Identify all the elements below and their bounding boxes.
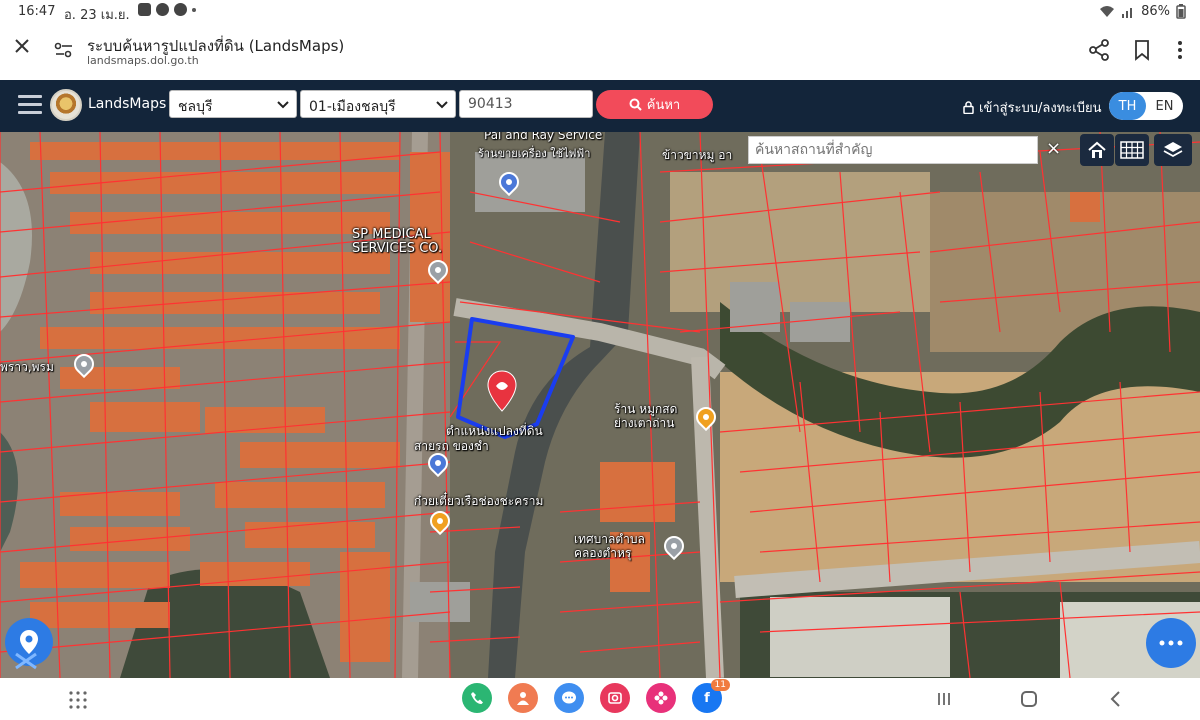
label-municipality: เทศบาลตำบล คลองตำหรุ	[574, 532, 645, 560]
label-sai-rot: สายรถ ของชำ	[414, 439, 489, 453]
bookmark-icon[interactable]	[1132, 38, 1152, 62]
share-icon[interactable]	[1088, 38, 1110, 62]
map-imagery	[0, 132, 1200, 678]
close-icon[interactable]	[10, 34, 34, 58]
chat-bubble-icon	[562, 691, 576, 704]
more-tools-fab[interactable]	[1146, 618, 1196, 668]
facebook-app-icon[interactable]: f 11	[692, 679, 730, 713]
province-value: ชลบุรี	[178, 99, 213, 115]
more-options-icon[interactable]	[1172, 38, 1188, 62]
label-kuaytiaw: ก๋วยเตี๋ยวเรือช่องชะคราม	[414, 494, 544, 508]
signal-icon	[1122, 8, 1133, 18]
dol-logo	[50, 89, 82, 121]
label-khao-kha-moo: ข้าวขาหมู อา	[662, 148, 733, 162]
wifi-icon	[1100, 6, 1115, 17]
parcel-grid-button[interactable]	[1115, 134, 1149, 166]
lock-icon	[963, 101, 974, 114]
messages-app-icon[interactable]	[554, 683, 584, 713]
browser-toolbar: ระบบค้นหารูปแปลงที่ดิน (LandsMaps) lands…	[0, 24, 1200, 80]
facebook-notification-badge: 11	[710, 679, 730, 691]
facebook-f-icon: f	[704, 690, 710, 706]
phone-app-icon[interactable]	[462, 683, 492, 713]
language-toggle: TH EN	[1109, 92, 1183, 120]
grid-icon	[1120, 141, 1144, 159]
android-nav-bar: f 11	[0, 678, 1200, 720]
phone-icon	[471, 692, 483, 704]
status-time: 16:47	[18, 4, 56, 19]
ellipsis-icon	[1159, 640, 1183, 646]
brand-name: LandsMaps	[88, 96, 167, 112]
contacts-app-icon[interactable]	[508, 683, 538, 713]
camera-app-icon[interactable]	[600, 683, 630, 713]
parcel-number-input[interactable]	[459, 90, 593, 118]
recent-apps-icon[interactable]	[936, 690, 952, 708]
login-label: เข้าสู่ระบบ/ลงทะเบียน	[979, 101, 1102, 116]
label-phraw-phrom: พราว,พรม	[0, 360, 54, 374]
chrome-icon	[174, 3, 187, 16]
status-date: อ. 23 เม.ย.	[64, 8, 130, 23]
label-appliance-shop: ร้านขายเครื่อง ใช้ไฟฟ้า	[478, 147, 591, 160]
lang-th-button[interactable]: TH	[1109, 92, 1146, 120]
search-button-label: ค้นหา	[646, 98, 681, 113]
status-bar: 16:47 อ. 23 เม.ย. 86%	[0, 0, 1200, 24]
page-url: landsmaps.dol.go.th	[87, 54, 199, 67]
battery-icon	[1176, 4, 1186, 19]
search-button[interactable]: ค้นหา	[596, 90, 713, 119]
home-nav-icon[interactable]	[1021, 691, 1037, 707]
layers-icon	[1163, 142, 1183, 158]
person-icon	[517, 692, 529, 705]
gallery-app-icon[interactable]	[646, 683, 676, 713]
app-drawer-icon[interactable]	[68, 690, 88, 710]
home-button[interactable]	[1080, 134, 1114, 166]
app-dock: f 11	[462, 679, 730, 713]
place-search-input[interactable]	[748, 136, 1038, 164]
province-select[interactable]: ชลบุรี	[169, 90, 297, 118]
site-settings-icon[interactable]	[52, 38, 76, 62]
chevron-down-icon	[277, 101, 289, 109]
more-notifications-dot	[192, 7, 196, 12]
layers-button[interactable]	[1154, 134, 1192, 166]
messenger-icon	[156, 3, 169, 16]
camera-icon	[608, 692, 622, 704]
measure-tool-icon[interactable]	[12, 650, 40, 672]
login-register-link[interactable]: เข้าสู่ระบบ/ลงทะเบียน	[963, 97, 1101, 118]
parcel-location-pin-icon[interactable]	[486, 370, 518, 412]
notification-icons	[138, 3, 196, 16]
home-icon	[1088, 141, 1106, 158]
label-sp-medical: SP MEDICAL SERVICES CO.	[352, 227, 443, 256]
landsmaps-navbar: LandsMaps ชลบุรี 01-เมืองชลบุรี ค้นหา	[0, 80, 1200, 132]
chevron-down-icon	[436, 101, 448, 109]
status-right: 86%	[1099, 4, 1186, 19]
label-restaurant-moo: ร้าน หมูกสด ย่างเตาถ่าน	[614, 402, 678, 430]
back-icon[interactable]	[1108, 690, 1122, 708]
label-pal-service: Pal and Ray Service	[484, 132, 603, 142]
flower-icon	[654, 691, 668, 705]
menu-icon[interactable]	[18, 95, 42, 115]
battery-level: 86%	[1141, 4, 1170, 19]
gallery-icon	[138, 3, 151, 16]
district-select[interactable]: 01-เมืองชลบุรี	[300, 90, 456, 118]
app-root: 16:47 อ. 23 เม.ย. 86% ระบบค้นหารูปแปลงที…	[0, 0, 1200, 720]
clear-search-button[interactable]: ×	[1046, 138, 1064, 160]
district-value: 01-เมืองชลบุรี	[309, 99, 396, 115]
lang-en-button[interactable]: EN	[1146, 92, 1183, 120]
satellite-map[interactable]: Pal and Ray Service ร้านขายเครื่อง ใช้ไฟ…	[0, 132, 1200, 678]
search-icon	[629, 98, 642, 111]
